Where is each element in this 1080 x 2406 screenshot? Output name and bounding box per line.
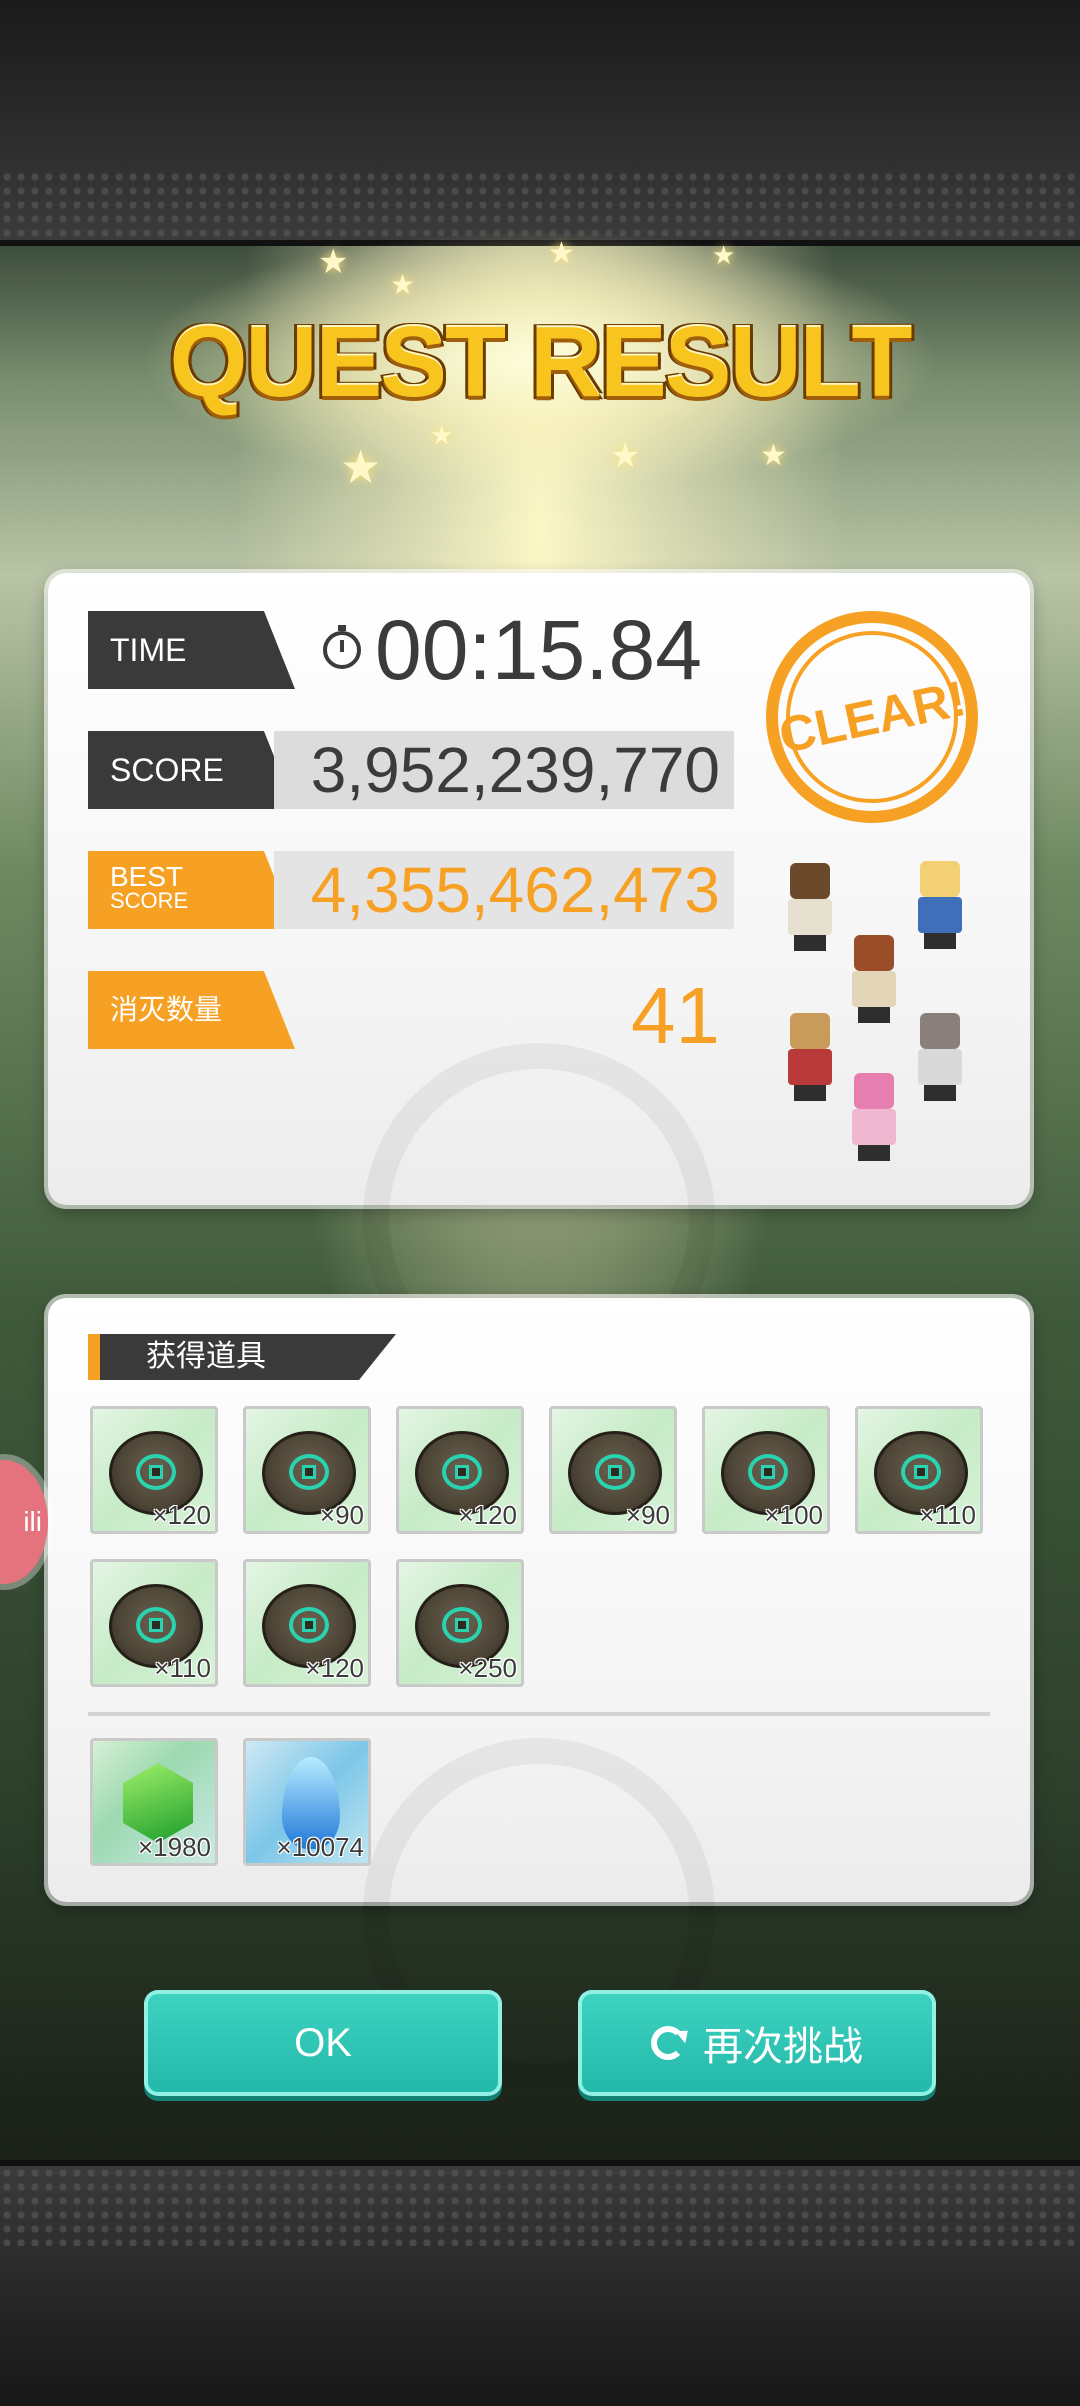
star-icon: ★ — [430, 420, 454, 450]
star-icon: ★ — [340, 441, 382, 493]
star-icon: ★ — [390, 269, 416, 300]
item-quantity: ×100 — [764, 1500, 823, 1530]
best-label-line2: SCORE — [110, 888, 189, 913]
retry-button[interactable]: 再次挑战 — [578, 1990, 936, 2096]
clear-stamp: CLEAR! — [766, 611, 978, 823]
time-display: 00:15.84 — [323, 603, 702, 697]
kills-label: 消灭数量 — [88, 971, 295, 1049]
divider — [88, 1712, 990, 1716]
item-slot[interactable]: ×250 — [396, 1559, 524, 1687]
item-quantity: ×120 — [152, 1500, 211, 1530]
page-title: QUEST RESULT — [169, 306, 913, 418]
time-value: 00:15.84 — [375, 602, 702, 697]
side-badge-text: ili — [23, 1506, 42, 1537]
kills-value: 41 — [631, 971, 720, 1060]
star-icon: ★ — [318, 243, 349, 281]
top-banner — [0, 0, 1080, 246]
retry-button-label: 再次挑战 — [703, 2025, 863, 2069]
party-member-sprite — [774, 1013, 846, 1103]
retry-icon — [651, 2026, 685, 2060]
ok-button-label: OK — [294, 2020, 352, 2065]
item-quantity: ×110 — [919, 1500, 976, 1530]
item-quantity: ×90 — [625, 1500, 670, 1530]
best-label-line1: BEST — [110, 861, 184, 892]
item-slot[interactable]: ×110 — [90, 1559, 218, 1687]
item-quantity: ×110 — [154, 1653, 211, 1683]
party-member-sprite — [774, 863, 846, 953]
item-slot[interactable]: ×90 — [549, 1406, 677, 1534]
star-icon: ★ — [712, 240, 736, 270]
star-icon: ★ — [548, 237, 575, 270]
item-slot[interactable]: ×120 — [396, 1406, 524, 1534]
item-slot[interactable]: ×120 — [90, 1406, 218, 1534]
item-quantity: ×250 — [458, 1653, 517, 1683]
floating-side-badge[interactable]: ili — [0, 1460, 48, 1584]
result-panel: TIME 00:15.84 SCORE 3,952,239,770 BEST S… — [48, 573, 1030, 1395]
item-slot[interactable]: ×110 — [855, 1406, 983, 1534]
score-label: SCORE — [88, 731, 295, 809]
star-icon: ★ — [610, 437, 641, 475]
items-panel: 获得道具 ×120 ×90 ×120 ×90 ×100 ×110 ×110 ×1… — [48, 1298, 1030, 2090]
star-icon: ★ — [760, 439, 787, 472]
score-value: 3,952,239,770 — [274, 731, 734, 809]
item-slot[interactable]: ×10074 — [243, 1738, 371, 1866]
party-member-sprite — [838, 935, 910, 1025]
bottom-banner — [0, 2160, 1080, 2406]
item-quantity: ×10074 — [276, 1832, 364, 1862]
item-slot[interactable]: ×1980 — [90, 1738, 218, 1866]
party-member-sprite — [838, 1073, 910, 1163]
items-header: 获得道具 — [88, 1334, 396, 1380]
item-slot[interactable]: ×100 — [702, 1406, 830, 1534]
green-gem-icon — [123, 1763, 193, 1843]
item-quantity: ×120 — [458, 1500, 517, 1530]
item-slot[interactable]: ×90 — [243, 1406, 371, 1534]
stopwatch-icon — [323, 625, 361, 669]
item-quantity: ×1980 — [137, 1832, 211, 1862]
ok-button[interactable]: OK — [144, 1990, 502, 2096]
item-quantity: ×120 — [305, 1653, 364, 1683]
item-slot[interactable]: ×120 — [243, 1559, 371, 1687]
best-score-value: 4,355,462,473 — [274, 851, 734, 929]
clear-text: CLEAR! — [773, 669, 971, 765]
party-member-sprite — [904, 861, 976, 951]
time-label: TIME — [88, 611, 295, 689]
best-score-label: BEST SCORE — [88, 851, 295, 929]
party-member-sprite — [904, 1013, 976, 1103]
item-quantity: ×90 — [319, 1500, 364, 1530]
